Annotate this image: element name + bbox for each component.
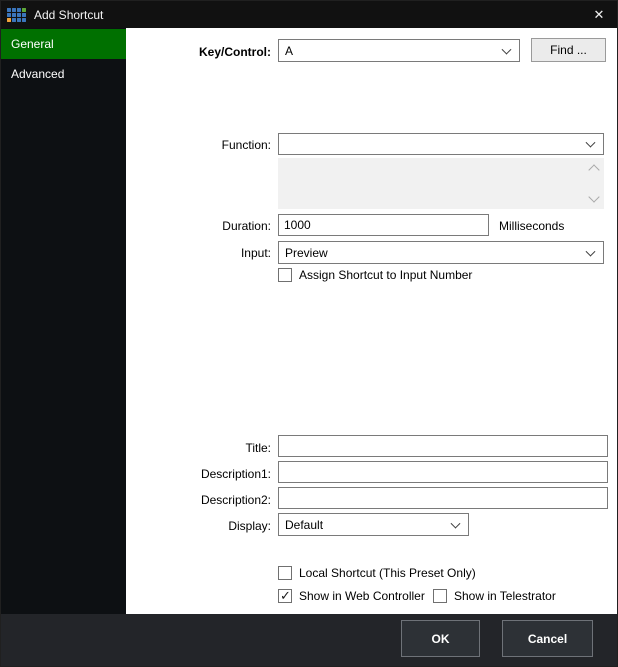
cancel-button[interactable]: Cancel [502,620,593,657]
key-control-label: Key/Control: [131,45,271,59]
function-select[interactable] [278,133,604,155]
title-label: Title: [131,441,271,455]
chevron-down-icon [586,246,596,256]
key-control-value: A [285,44,293,58]
close-button[interactable]: ✕ [579,1,618,28]
description2-label: Description2: [131,493,271,507]
key-control-select[interactable]: A [278,39,520,62]
tab-general-label: General [11,37,54,51]
tab-advanced-label: Advanced [11,67,64,81]
ok-button[interactable]: OK [401,620,480,657]
assign-input-number-checkbox[interactable] [278,268,292,282]
web-controller-label: Show in Web Controller [299,589,425,603]
ok-button-label: OK [432,632,450,646]
function-label: Function: [131,138,271,152]
input-select[interactable]: Preview [278,241,604,264]
titlebar: Add Shortcut ✕ [1,1,618,28]
title-input[interactable] [278,435,608,457]
tab-advanced[interactable]: Advanced [1,59,126,89]
add-shortcut-dialog: Add Shortcut ✕ General Advanced Key/Cont… [0,0,618,667]
description2-input[interactable] [278,487,608,509]
assign-input-number-label: Assign Shortcut to Input Number [299,268,472,282]
description1-label: Description1: [131,467,271,481]
telestrator-label: Show in Telestrator [454,589,556,603]
telestrator-checkbox[interactable] [433,589,447,603]
scroll-up-icon[interactable] [588,164,599,175]
scroll-down-icon[interactable] [588,191,599,202]
chevron-down-icon [502,44,512,54]
input-value: Preview [285,246,328,260]
vmix-logo-icon [7,8,26,22]
sidebar: General Advanced [1,28,126,616]
duration-label: Duration: [131,219,271,233]
close-icon: ✕ [594,7,605,23]
description1-input[interactable] [278,461,608,483]
duration-input[interactable] [278,214,489,236]
input-label: Input: [131,246,271,260]
web-controller-checkbox[interactable] [278,589,292,603]
chevron-down-icon [586,138,596,148]
cancel-button-label: Cancel [528,632,567,646]
chevron-down-icon [451,518,461,528]
local-shortcut-label: Local Shortcut (This Preset Only) [299,566,476,580]
window-title: Add Shortcut [34,8,103,22]
footer-bar: OK Cancel [1,614,618,666]
local-shortcut-checkbox[interactable] [278,566,292,580]
display-value: Default [285,518,323,532]
find-button[interactable]: Find ... [531,38,606,62]
display-label: Display: [131,519,271,533]
tab-general[interactable]: General [1,29,126,59]
find-button-label: Find ... [550,43,587,57]
display-select[interactable]: Default [278,513,469,536]
milliseconds-label: Milliseconds [499,219,564,233]
function-list[interactable] [278,158,604,209]
